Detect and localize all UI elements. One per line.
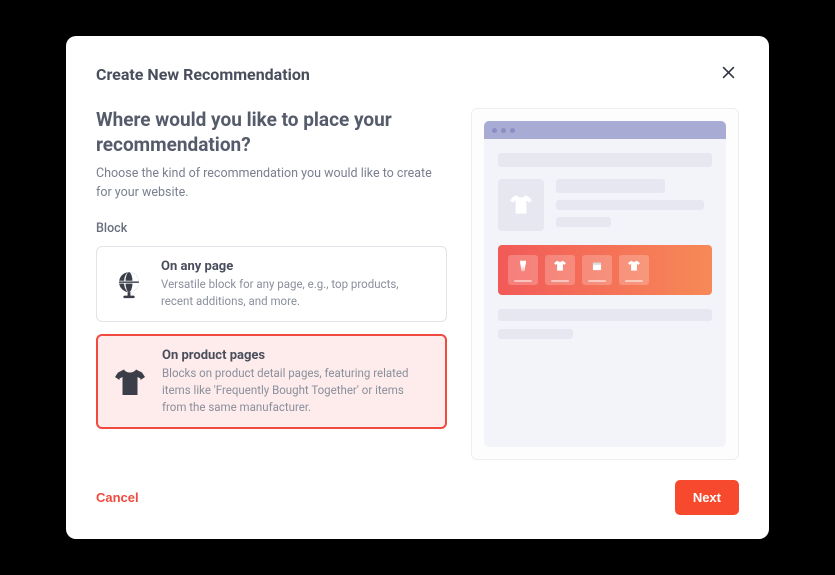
tshirt-icon	[112, 348, 148, 415]
option-title: On any page	[161, 259, 432, 274]
placeholder-line	[498, 309, 712, 321]
left-column: Where would you like to place your recom…	[96, 108, 447, 460]
placeholder-line	[551, 280, 569, 283]
create-recommendation-modal: Create New Recommendation Where would yo…	[66, 36, 769, 539]
subtext: Choose the kind of recommendation you wo…	[96, 165, 447, 203]
modal-header: Create New Recommendation	[96, 62, 739, 86]
reco-item	[545, 255, 575, 285]
window-dot-icon	[501, 128, 506, 133]
cancel-button[interactable]: Cancel	[96, 490, 139, 505]
option-desc: Versatile block for any page, e.g., top …	[161, 276, 432, 309]
browser-content	[484, 139, 726, 361]
heading: Where would you like to place your recom…	[96, 108, 447, 157]
placeholder-line	[625, 280, 643, 283]
product-row	[498, 179, 712, 231]
close-icon	[720, 69, 737, 84]
placeholder-line	[588, 280, 606, 283]
placeholder-line	[556, 179, 665, 193]
option-product-pages[interactable]: On product pages Blocks on product detai…	[96, 334, 447, 429]
placeholder-line	[514, 280, 532, 283]
browser-mock	[484, 121, 726, 447]
product-text-placeholder	[556, 179, 712, 231]
box-icon	[590, 258, 604, 277]
placeholder-line	[556, 200, 704, 210]
option-content: On product pages Blocks on product detai…	[162, 348, 431, 415]
tshirt-icon	[627, 258, 641, 277]
close-button[interactable]	[718, 62, 739, 86]
modal-body: Where would you like to place your recom…	[96, 108, 739, 460]
globe-icon	[111, 259, 147, 309]
placeholder-line	[556, 217, 611, 227]
product-image-placeholder	[498, 179, 544, 231]
next-button[interactable]: Next	[675, 480, 739, 515]
pants-icon	[516, 258, 530, 277]
window-dot-icon	[492, 128, 497, 133]
reco-item	[619, 255, 649, 285]
tshirt-icon	[553, 258, 567, 277]
preview-panel	[471, 108, 739, 460]
option-any-page[interactable]: On any page Versatile block for any page…	[96, 246, 447, 322]
placeholder-line	[498, 329, 573, 339]
placeholder-bar	[498, 153, 712, 167]
reco-item	[582, 255, 612, 285]
block-label: Block	[96, 221, 447, 236]
reco-item	[508, 255, 538, 285]
option-desc: Blocks on product detail pages, featurin…	[162, 365, 431, 415]
modal-title: Create New Recommendation	[96, 65, 310, 84]
option-title: On product pages	[162, 348, 431, 363]
recommendation-strip	[498, 245, 712, 295]
bottom-placeholder	[498, 309, 712, 339]
option-content: On any page Versatile block for any page…	[161, 259, 432, 309]
modal-footer: Cancel Next	[96, 480, 739, 515]
browser-titlebar	[484, 121, 726, 139]
window-dot-icon	[510, 128, 515, 133]
